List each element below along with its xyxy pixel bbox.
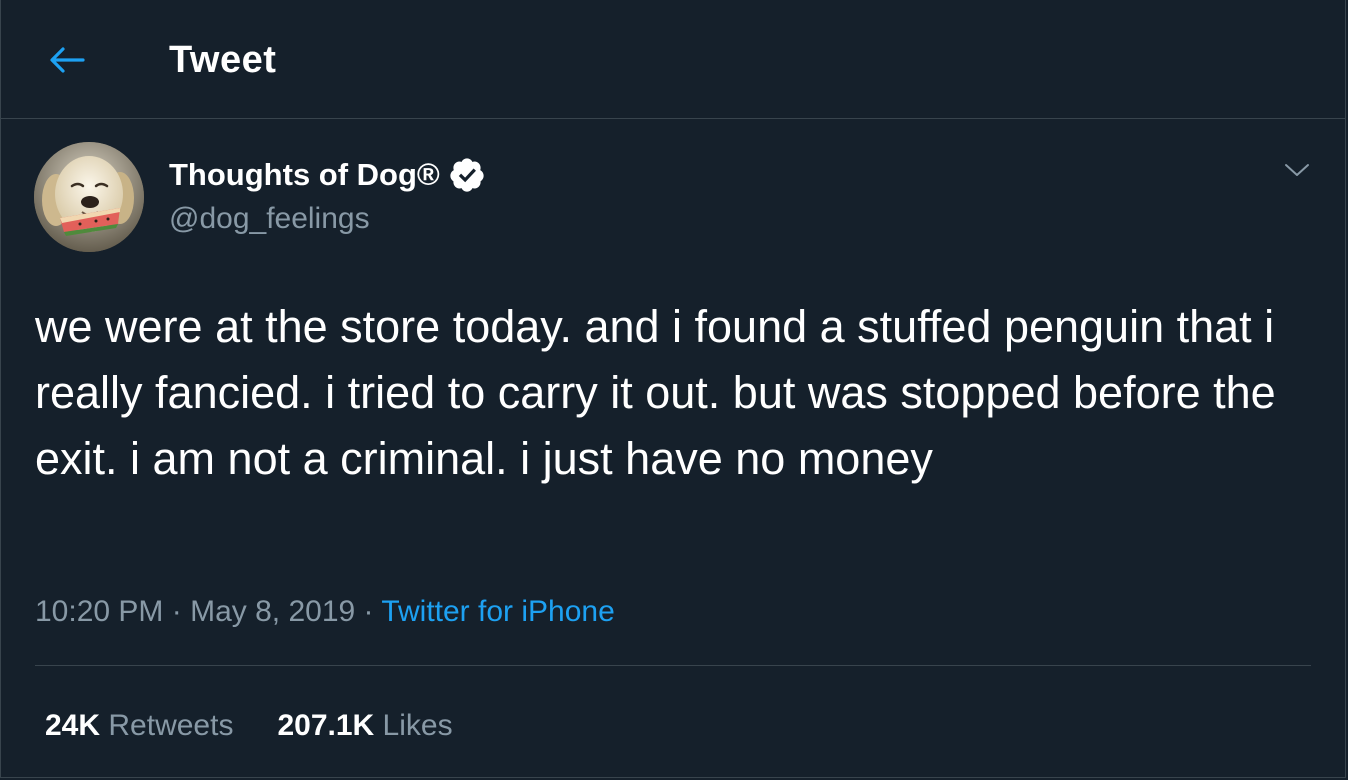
tweet-time[interactable]: 10:20 PM — [35, 595, 163, 628]
retweets-stat[interactable]: 24K Retweets — [45, 706, 233, 746]
top-bar: Tweet — [1, 0, 1345, 119]
meta-separator: · — [355, 595, 382, 628]
user-name: Thoughts of Dog® — [169, 157, 440, 192]
back-button[interactable] — [41, 38, 93, 82]
page-title: Tweet — [169, 39, 277, 81]
likes-count: 207.1K — [277, 709, 375, 742]
tweet-date[interactable]: May 8, 2019 — [190, 595, 355, 628]
likes-stat[interactable]: 207.1K Likes — [277, 706, 452, 746]
verified-badge-icon — [450, 158, 484, 192]
retweets-count: 24K — [45, 709, 101, 742]
tweet-source-link[interactable]: Twitter for iPhone — [381, 595, 614, 628]
tweet-page: Tweet Thoughts of Dog® @dog_feelings we … — [0, 0, 1346, 778]
user-name-row[interactable]: Thoughts of Dog® — [169, 156, 486, 194]
divider — [35, 665, 1311, 666]
more-options-button[interactable] — [1277, 150, 1317, 190]
avatar[interactable] — [34, 142, 144, 252]
dog-avatar-image — [34, 142, 144, 252]
tweet-text: we were at the store today. and i found … — [35, 301, 1276, 484]
chevron-down-icon — [1285, 164, 1309, 176]
tweet-meta: 10:20 PM · May 8, 2019 · Twitter for iPh… — [35, 593, 615, 631]
tweet-stats: 24K Retweets 207.1K Likes — [45, 706, 453, 746]
meta-separator: · — [163, 595, 191, 628]
retweets-label: Retweets — [108, 709, 234, 742]
likes-label: Likes — [382, 709, 453, 742]
user-handle[interactable]: @dog_feelings — [169, 200, 370, 238]
arrow-left-icon — [50, 47, 85, 73]
